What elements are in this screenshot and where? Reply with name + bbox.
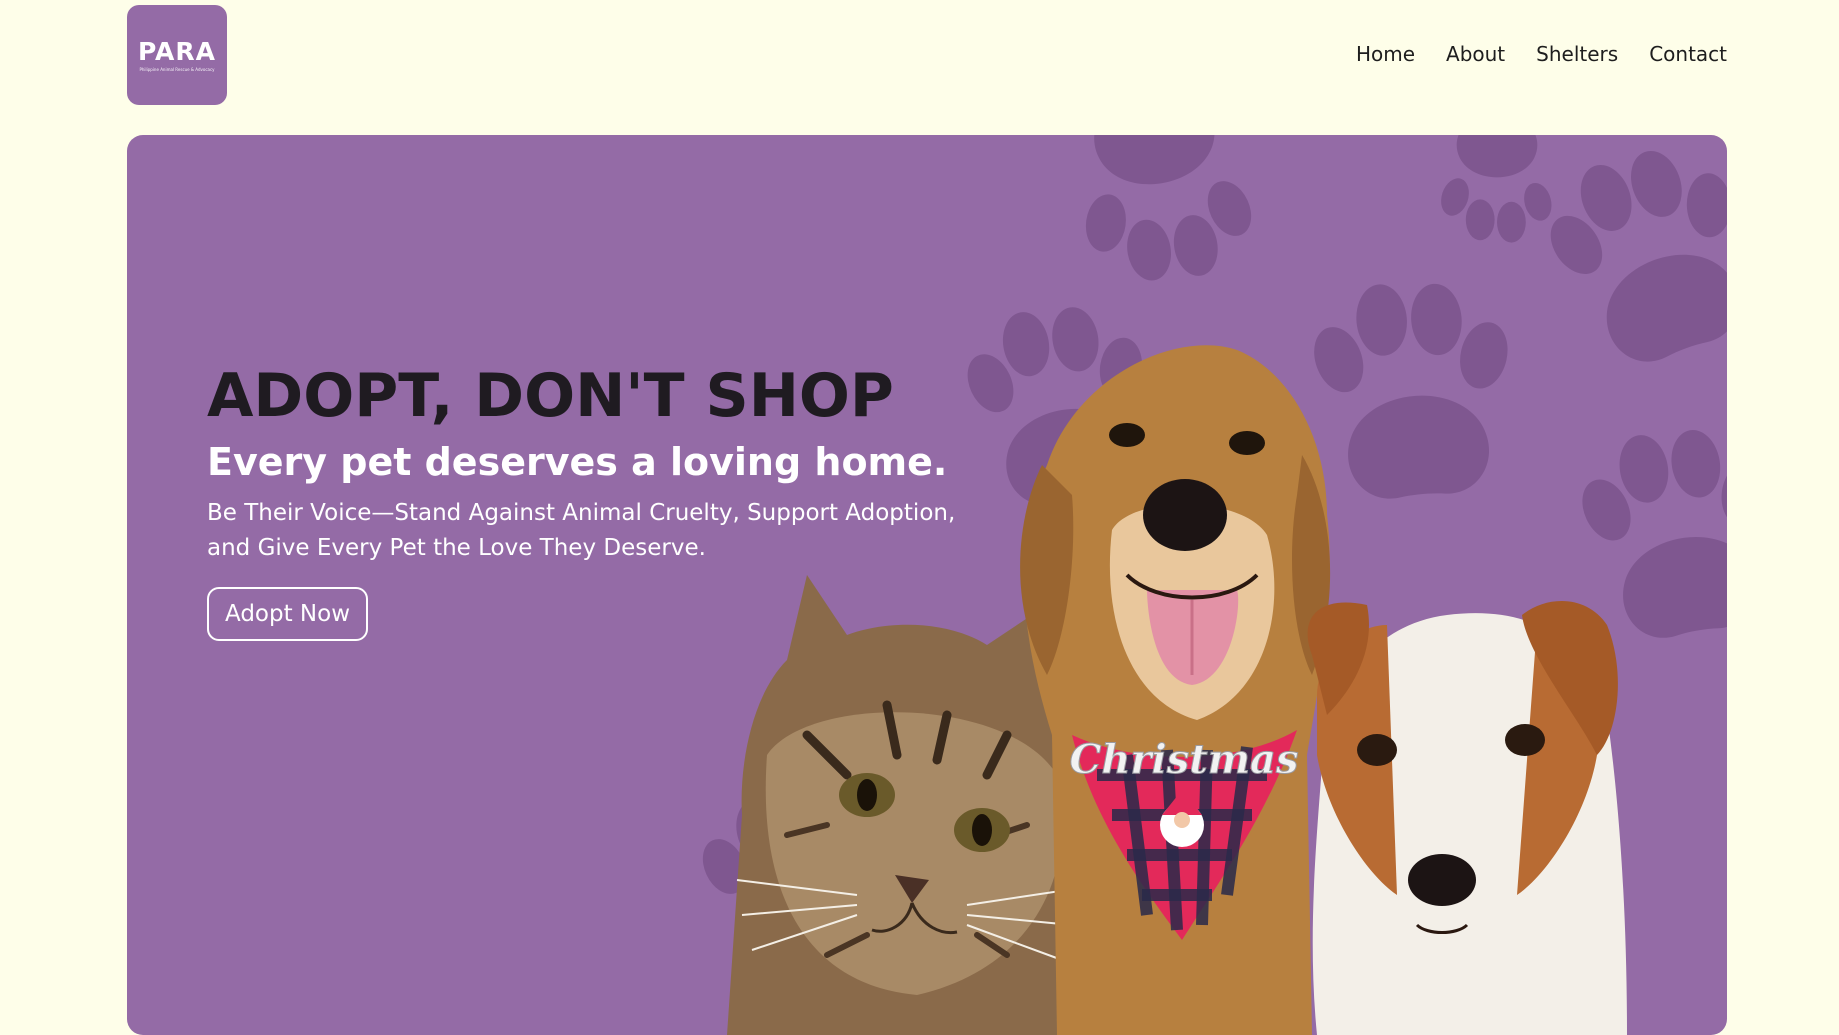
logo-tagline: Philippine Animal Rescue & Advocacy (139, 66, 215, 72)
adopt-now-button[interactable]: Adopt Now (207, 587, 369, 642)
nav-home-link[interactable]: Home (1356, 42, 1415, 66)
hero-description: Be Their Voice—Stand Against Animal Crue… (207, 499, 956, 562)
hero-headline: ADOPT, DON'T SHOP (207, 361, 894, 431)
logo-wordmark: PARA (138, 36, 216, 66)
hero-banner: Christmas ADOPT, DON'T SHOP Every pet de… (127, 135, 1727, 1035)
nav-shelters-link[interactable]: Shelters (1536, 42, 1618, 66)
bandana-text: Christmas (1070, 736, 1299, 783)
site-header: PARA Philippine Animal Rescue & Advocacy… (0, 0, 1839, 130)
cat-image (727, 575, 1082, 1035)
nav-about-link[interactable]: About (1446, 42, 1505, 66)
jack-russell-image (1307, 601, 1627, 1035)
golden-retriever-image: Christmas (1020, 345, 1331, 1035)
main-nav: Home About Shelters Contact (1356, 42, 1727, 66)
nav-contact-link[interactable]: Contact (1649, 42, 1727, 66)
hero-content: ADOPT, DON'T SHOP Every pet deserves a l… (207, 361, 997, 642)
hero-subheadline: Every pet deserves a loving home. (207, 440, 948, 484)
site-logo[interactable]: PARA Philippine Animal Rescue & Advocacy (127, 5, 227, 105)
